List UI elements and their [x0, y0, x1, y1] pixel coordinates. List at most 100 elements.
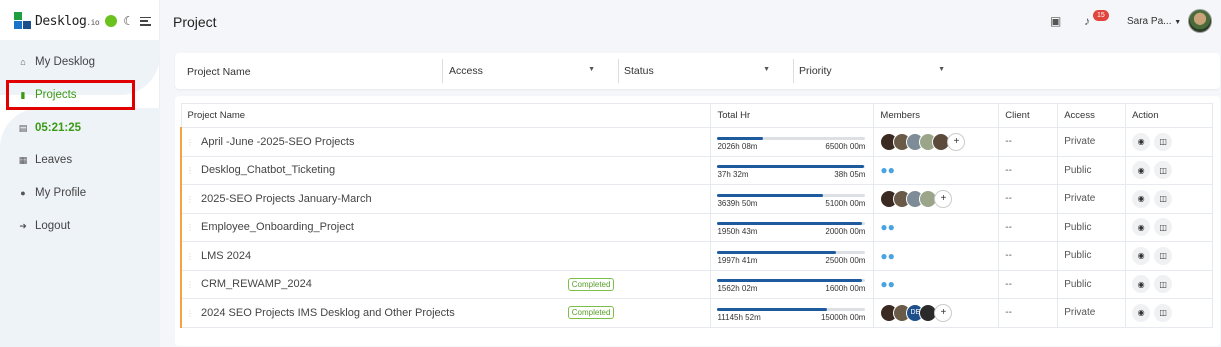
members-cell: + [873, 184, 1000, 214]
action-cell: ◉ ◫ [1125, 241, 1213, 271]
project-name[interactable]: April -June -2025-SEO Projects [201, 136, 354, 148]
project-name[interactable]: 2024 SEO Projects IMS Desklog and Other … [201, 307, 455, 319]
column-header[interactable]: Access [1057, 103, 1127, 128]
sidebar-item-timer[interactable]: ▤ 05:21:25 [0, 115, 160, 141]
timer-value: 05:21:25 [35, 122, 82, 134]
status-badge: Completed [567, 306, 615, 320]
client-cell: -- [998, 212, 1059, 242]
progress-bar [717, 193, 866, 197]
calendar-icon: ▦ [18, 154, 28, 165]
action-cell: ◉ ◫ [1125, 155, 1213, 185]
sidebar-item-my-desklog[interactable]: ⌂ My Desklog [0, 49, 160, 75]
chevron-down-icon: ▼ [1174, 19, 1182, 26]
view-icon[interactable]: ◉ [1132, 246, 1151, 265]
delete-icon[interactable]: ◫ [1154, 132, 1173, 151]
column-header[interactable]: Total Hr [710, 103, 875, 128]
hours-spent: 1950h 43m [717, 227, 758, 237]
sidebar-item-my-profile[interactable]: ● My Profile [0, 180, 160, 206]
status-select[interactable]: Status ▼ [624, 53, 770, 89]
view-icon[interactable]: ◉ [1132, 303, 1151, 322]
delete-icon[interactable]: ◫ [1154, 161, 1173, 180]
user-icon: ● [20, 188, 26, 198]
project-name-cell[interactable]: ⋮ April -June -2025-SEO Projects [180, 127, 712, 157]
drag-handle-icon[interactable]: ⋮ [186, 252, 194, 261]
view-icon[interactable]: ◉ [1132, 189, 1151, 208]
add-member-icon[interactable]: + [934, 303, 953, 322]
moon-icon[interactable]: ☾ [123, 14, 134, 28]
view-icon[interactable]: ◉ [1132, 161, 1151, 180]
hours-spent: 11145h 52m [717, 312, 761, 322]
priority-select[interactable]: Priority ▼ [799, 53, 945, 89]
table-row[interactable]: ⋮ Desklog_Chatbot_Ticketing 37h 32m 38h 05m… [180, 155, 1213, 185]
progress-fill [717, 279, 863, 283]
project-name-cell[interactable]: ⋮ Desklog_Chatbot_Ticketing [180, 155, 712, 185]
project-name[interactable]: Desklog_Chatbot_Ticketing [201, 164, 335, 176]
progress-bar [717, 279, 866, 283]
logo[interactable]: Desklog.io ☾ [14, 10, 152, 32]
drag-handle-icon[interactable]: ⋮ [186, 223, 194, 232]
view-icon[interactable]: ◉ [1132, 132, 1151, 151]
table-row[interactable]: ⋮ April -June -2025-SEO Projects 2026h 08m… [180, 127, 1213, 157]
sidebar-item-leaves[interactable]: ▦ Leaves [0, 147, 160, 173]
drag-handle-icon[interactable]: ⋮ [186, 195, 194, 204]
sidebar-item-label: My Desklog [35, 56, 96, 68]
drag-handle-icon[interactable]: ⋮ [186, 309, 194, 318]
sidebar-item-label: Logout [35, 220, 71, 232]
project-name[interactable]: Employee_Onboarding_Project [201, 221, 354, 233]
priority-select-label: Priority [799, 65, 832, 77]
camera-icon[interactable]: ▣ [1050, 14, 1061, 28]
project-name[interactable]: 2025-SEO Projects January-March [201, 193, 372, 205]
sidebar: Desklog.io ☾ ⌂ My Desklog ▮ Projects ▤ 0… [0, 0, 160, 347]
drag-handle-icon[interactable]: ⋮ [186, 280, 194, 289]
group-icon: ●● [880, 220, 895, 235]
user-menu[interactable]: Sara Pa... ▼ [1127, 16, 1181, 27]
drag-handle-icon[interactable]: ⋮ [186, 166, 194, 175]
column-header[interactable]: Project Name [180, 103, 712, 128]
drag-handle-icon[interactable]: ⋮ [186, 138, 194, 147]
add-member-icon[interactable]: + [934, 189, 953, 208]
hamburger-icon[interactable] [140, 16, 152, 26]
group-icon: ●● [880, 248, 895, 263]
members-cell: ●● [873, 241, 1000, 271]
delete-icon[interactable]: ◫ [1154, 189, 1173, 208]
project-name-cell[interactable]: ⋮ 2024 SEO Projects IMS Desklog and Other… [180, 298, 712, 328]
status-dot-icon[interactable] [105, 15, 118, 27]
progress-bar [717, 136, 866, 140]
project-name-cell[interactable]: ⋮ CRM_REWAMP_2024 Completed [180, 269, 712, 299]
table-row[interactable]: ⋮ 2025-SEO Projects January-March 3639h 50… [180, 184, 1213, 214]
table-row[interactable]: ⋮ CRM_REWAMP_2024 Completed 1562h 02m 1600h … [180, 269, 1213, 299]
access-cell: Public [1057, 212, 1127, 242]
hours-spent: 1997h 41m [717, 255, 758, 265]
project-name-cell[interactable]: ⋮ 2025-SEO Projects January-March [180, 184, 712, 214]
project-name-filter[interactable]: Project Name [187, 54, 437, 90]
total-hours-cell: 1562h 02m 1600h 00m [710, 269, 875, 299]
delete-icon[interactable]: ◫ [1154, 246, 1173, 265]
project-name-cell[interactable]: ⋮ LMS 2024 [180, 241, 712, 271]
table-row[interactable]: ⋮ Employee_Onboarding_Project 1950h 43m 200… [180, 212, 1213, 242]
delete-icon[interactable]: ◫ [1154, 275, 1173, 294]
project-name[interactable]: CRM_REWAMP_2024 [201, 278, 312, 290]
total-hours-cell: 3639h 50m 5100h 00m [710, 184, 875, 214]
add-member-icon[interactable]: + [947, 132, 966, 151]
hours-spent: 3639h 50m [717, 198, 758, 208]
hours-spent: 2026h 08m [717, 141, 758, 151]
delete-icon[interactable]: ◫ [1154, 218, 1173, 237]
delete-icon[interactable]: ◫ [1154, 303, 1173, 322]
members-cell: + [873, 127, 1000, 157]
table-row[interactable]: ⋮ 2024 SEO Projects IMS Desklog and Other… [180, 298, 1213, 328]
column-header[interactable]: Client [998, 103, 1059, 128]
view-icon[interactable]: ◉ [1132, 275, 1151, 294]
client-cell: -- [998, 269, 1059, 299]
client-cell: -- [998, 241, 1059, 271]
view-icon[interactable]: ◉ [1132, 218, 1151, 237]
hours-total: 1600h 00m [825, 284, 866, 294]
sidebar-item-logout[interactable]: ➜ Logout [0, 213, 160, 239]
bell-icon[interactable]: ♪ [1084, 14, 1090, 28]
project-name[interactable]: LMS 2024 [201, 250, 251, 262]
client-cell: -- [998, 155, 1059, 185]
avatar[interactable] [1188, 9, 1212, 33]
sidebar-item-label: Leaves [35, 154, 73, 166]
access-select[interactable]: Access ▼ [449, 53, 595, 89]
project-name-cell[interactable]: ⋮ Employee_Onboarding_Project [180, 212, 712, 242]
table-row[interactable]: ⋮ LMS 2024 1997h 41m 2500h 00m ●● -- Public ◉ ◫ [180, 241, 1213, 271]
